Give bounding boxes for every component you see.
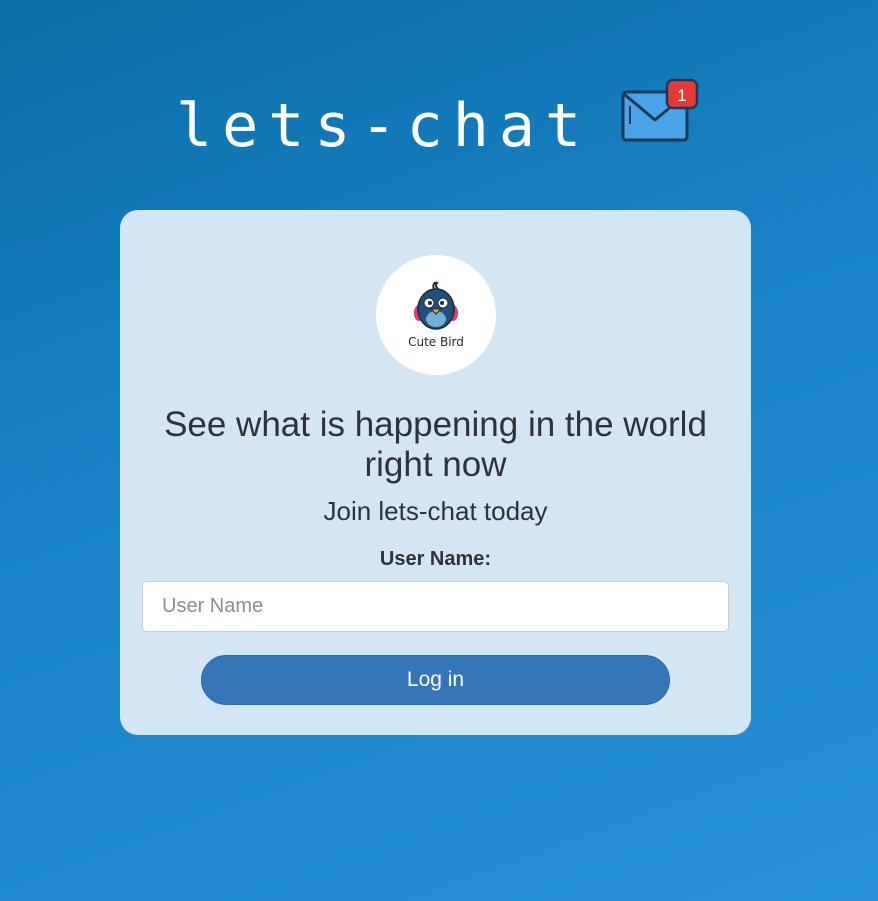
username-label: User Name: <box>379 548 492 570</box>
page-subheadline: Join lets-chat today <box>323 496 548 526</box>
bird-icon <box>414 281 458 330</box>
brand-header: lets-chat 1 <box>176 78 699 156</box>
logo-label: Cute Bird <box>408 335 464 349</box>
mail-notification-icon[interactable]: 1 <box>621 78 699 144</box>
app-title: lets-chat <box>176 91 592 161</box>
login-button[interactable]: Log in <box>201 655 670 705</box>
notification-count: 1 <box>677 86 686 105</box>
page-headline: See what is happening in the world right… <box>164 405 707 484</box>
envelope-icon: 1 <box>621 78 699 142</box>
app-logo: Cute Bird <box>376 255 496 375</box>
username-input[interactable] <box>142 581 729 632</box>
login-card: Cute Bird See what is happening in the w… <box>120 210 751 735</box>
